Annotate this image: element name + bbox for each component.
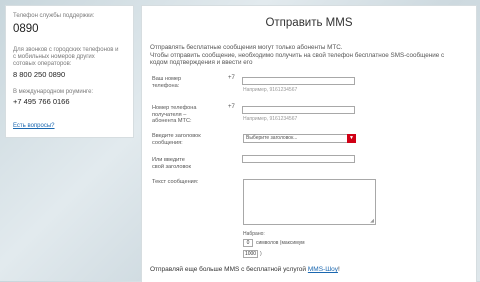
recipient-phone-prefix: +7 [228, 104, 235, 110]
custom-subject-label-line-2: свой заголовок [152, 163, 191, 170]
message-label: Текст сообщения: [152, 179, 199, 185]
custom-subject-input[interactable] [242, 155, 355, 163]
recipient-phone-label-line-3: абонента МТС: [152, 118, 192, 125]
footer-text: Отправляй еще больше MMS с бесплатной ус… [150, 266, 308, 273]
recipient-phone-label-line-1: Номер телефона [152, 105, 197, 111]
resize-grip-icon[interactable]: ◢ [370, 219, 374, 224]
subject-select-value: Выберите заголовок... [246, 135, 298, 141]
support-short-number: 0890 [13, 23, 39, 35]
intro-line-2: Чтобы отправить сообщение, необходимо по… [150, 51, 445, 59]
recipient-phone-input[interactable] [242, 106, 355, 114]
sender-phone-input[interactable] [242, 77, 355, 85]
counter-close: ) [260, 251, 262, 257]
support-phone-label: Телефон службы поддержки: [13, 13, 95, 19]
footer-end: ! [337, 266, 340, 273]
questions-link[interactable]: Есть вопросы? [13, 123, 55, 129]
recipient-phone-hint: Например, 9161234567 [243, 116, 298, 122]
mms-show-link[interactable]: MMS-Шоу [308, 266, 338, 273]
counter-suffix: символов (максимум [256, 240, 305, 246]
typed-label: Набрано: [243, 231, 265, 237]
sender-phone-hint: Например, 9161234567 [243, 87, 298, 93]
landline-note-line-1: Для звонков с городских телефонов и [13, 47, 119, 53]
intro-line-3: кодом подтверждения и ввести его [150, 59, 253, 66]
sender-phone-label-line-1: Ваш номер [152, 76, 182, 82]
max-count: 1000 [243, 250, 258, 258]
subject-select-label-line-1: Введите заголовок [152, 133, 201, 139]
custom-subject-label-line-1: Или введите [152, 157, 185, 163]
subject-select-label-line-2: сообщения: [152, 139, 183, 146]
subject-select-label: Введите заголовок сообщения: [152, 133, 201, 146]
roaming-number: +7 495 766 0166 [13, 97, 70, 106]
recipient-phone-label: Номер телефона получателя – абонента МТС… [152, 105, 197, 125]
footer-promo: Отправляй еще больше MMS с бесплатной ус… [150, 266, 340, 273]
landline-number: 8 800 250 0890 [13, 70, 66, 79]
message-textarea[interactable]: ◢ [243, 179, 376, 225]
subject-select[interactable]: Выберите заголовок... ▼ [243, 134, 356, 143]
recipient-phone-label-line-2: получателя – [152, 111, 187, 118]
support-panel: Телефон службы поддержки: 0890 Для звонк… [5, 5, 134, 138]
send-mms-form: Отправить MMS Отправлять бесплатные сооб… [141, 5, 477, 282]
sender-phone-prefix: +7 [228, 75, 235, 81]
landline-note-line-2: с мобильных номеров других [13, 54, 95, 60]
custom-subject-label: Или введите свой заголовок [152, 157, 191, 170]
intro-line-1: Отправлять бесплатные сообщения могут то… [150, 44, 343, 51]
landline-note-line-3: сотовых операторов: [13, 61, 72, 67]
sender-phone-label-line-2: телефона: [152, 82, 180, 89]
page-title: Отправить MMS [265, 17, 353, 29]
roaming-label: В международном роуминге: [13, 89, 94, 95]
chevron-down-icon[interactable]: ▼ [347, 134, 356, 143]
sender-phone-label: Ваш номер телефона: [152, 76, 181, 89]
typed-count: 0 [243, 239, 253, 247]
intro-text: Отправлять бесплатные сообщения могут то… [150, 44, 470, 67]
